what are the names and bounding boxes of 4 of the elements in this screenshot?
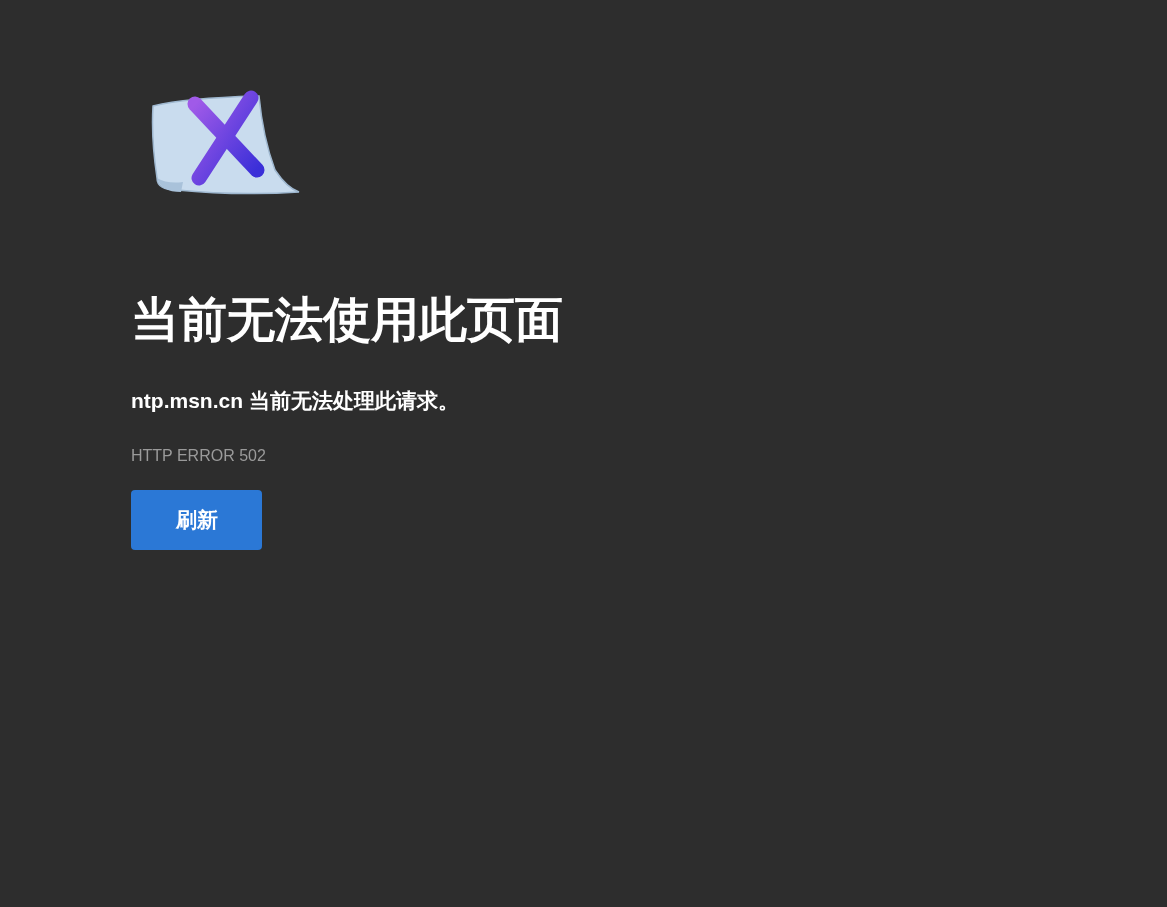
page-title: 当前无法使用此页面 (131, 292, 563, 348)
error-message: ntp.msn.cn 当前无法处理此请求。 (131, 388, 459, 414)
refresh-button[interactable]: 刷新 (131, 490, 262, 550)
error-code: HTTP ERROR 502 (131, 446, 266, 466)
